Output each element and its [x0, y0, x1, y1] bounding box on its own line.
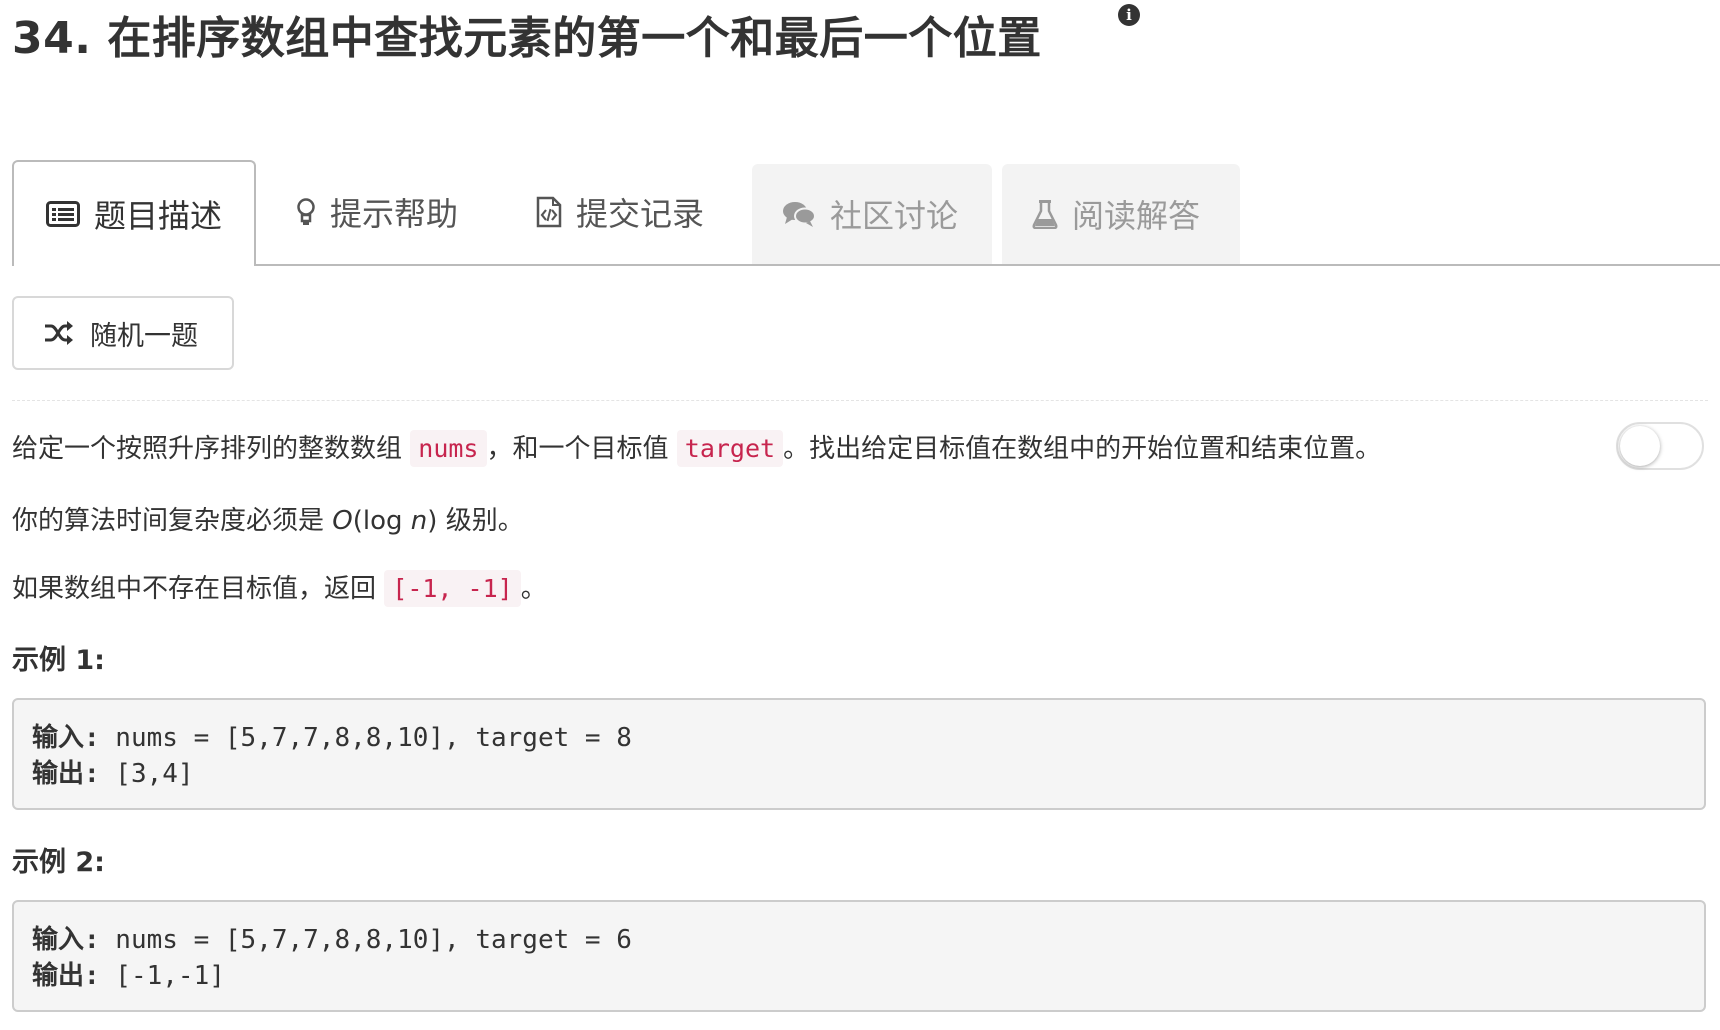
- input-label: 输入:: [32, 925, 100, 955]
- example-1-input-line: 输入: nums = [5,7,7,8,8,10], target = 8: [32, 720, 1686, 756]
- toggle-switch[interactable]: [1616, 422, 1704, 470]
- description-text: 给定一个按照升序排列的整数数组: [12, 434, 403, 464]
- output-label: 输出:: [32, 759, 100, 789]
- tab-description[interactable]: 题目描述: [12, 160, 256, 266]
- file-code-icon: [536, 196, 562, 228]
- lightbulb-icon: [296, 197, 316, 227]
- comments-icon: [782, 200, 816, 228]
- output-value: [-1,-1]: [99, 961, 225, 991]
- inline-code-target: target: [676, 430, 784, 467]
- inline-code-nums: nums: [410, 430, 487, 467]
- description-text: 你的算法时间复杂度必须是: [12, 506, 325, 536]
- flask-icon: [1032, 199, 1058, 229]
- big-o-symbol: O: [332, 506, 353, 536]
- example-2-code-block: 输入: nums = [5,7,7,8,8,10], target = 6 输出…: [12, 900, 1706, 1012]
- problem-title: 34. 在排序数组中查找元素的第一个和最后一个位置: [12, 13, 1042, 64]
- tab-solution[interactable]: 阅读解答: [1002, 164, 1240, 264]
- tab-bar: 题目描述 提示帮助 提交记录 社区讨论 阅读解答: [0, 160, 1720, 266]
- list-icon: [46, 201, 80, 227]
- tab-hints[interactable]: 提示帮助: [296, 160, 458, 264]
- description-text: 。: [520, 574, 547, 604]
- description-paragraph-3: 如果数组中不存在目标值，返回 [-1, -1]。: [12, 568, 547, 607]
- output-value: [3,4]: [99, 759, 194, 789]
- inline-code-not-found: [-1, -1]: [384, 570, 521, 607]
- example-1-output-line: 输出: [3,4]: [32, 756, 1686, 792]
- random-problem-label: 随机一题: [90, 320, 198, 352]
- description-text: 级别。: [445, 506, 524, 536]
- input-value: nums = [5,7,7,8,8,10], target = 6: [99, 925, 632, 955]
- tab-bar-underline: [12, 264, 1720, 266]
- description-text: ，和一个目标值: [486, 434, 669, 464]
- complexity-n: n: [410, 506, 428, 536]
- complexity-paren-close: ): [427, 506, 438, 536]
- tab-hints-label: 提示帮助: [330, 195, 459, 233]
- description-paragraph-2: 你的算法时间复杂度必须是 O(log n) 级别。: [12, 500, 524, 537]
- random-problem-button[interactable]: 随机一题: [12, 296, 234, 370]
- description-text: 。找出给定目标值在数组中的开始位置和结束位置。: [783, 434, 1382, 464]
- info-icon[interactable]: i: [1118, 4, 1140, 26]
- output-label: 输出:: [32, 961, 100, 991]
- toggle-knob: [1620, 426, 1660, 466]
- input-value: nums = [5,7,7,8,8,10], target = 8: [99, 723, 632, 753]
- tab-discuss-label: 社区讨论: [830, 197, 959, 235]
- description-paragraph-1: 给定一个按照升序排列的整数数组 nums ，和一个目标值 target 。找出给定目…: [12, 428, 1382, 467]
- example-2-heading: 示例 2:: [12, 847, 105, 878]
- example-1-heading: 示例 1:: [12, 645, 105, 676]
- section-divider: [12, 400, 1708, 401]
- tab-description-label: 题目描述: [94, 197, 223, 235]
- tab-discuss[interactable]: 社区讨论: [752, 164, 992, 264]
- input-label: 输入:: [32, 723, 100, 753]
- tab-solution-label: 阅读解答: [1072, 197, 1201, 235]
- description-text: 如果数组中不存在目标值，返回: [12, 574, 377, 604]
- tab-submissions-label: 提交记录: [576, 195, 705, 233]
- tab-submissions[interactable]: 提交记录: [536, 160, 704, 264]
- complexity-paren-open: (log: [352, 506, 411, 536]
- example-2-output-line: 输出: [-1,-1]: [32, 958, 1686, 994]
- shuffle-icon: [44, 321, 74, 345]
- example-2-input-line: 输入: nums = [5,7,7,8,8,10], target = 6: [32, 922, 1686, 958]
- example-1-code-block: 输入: nums = [5,7,7,8,8,10], target = 8 输出…: [12, 698, 1706, 810]
